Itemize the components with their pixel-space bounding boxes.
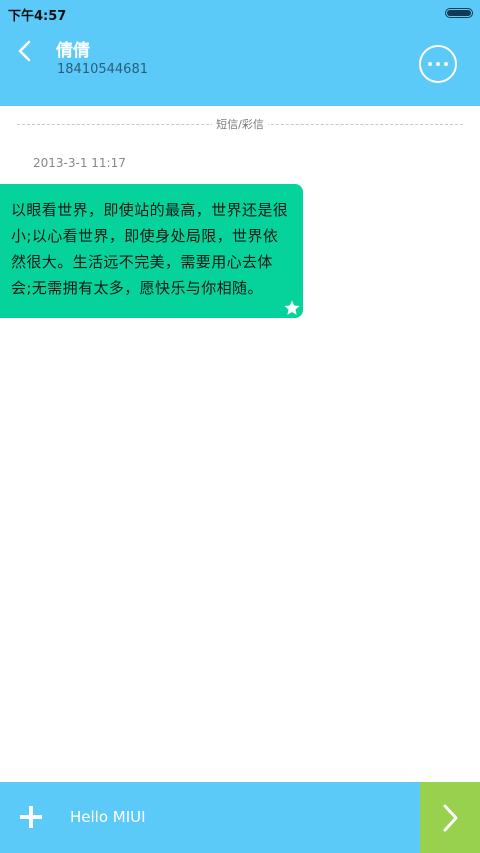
conversation-header: 倩倩 18410544681	[0, 28, 480, 106]
message-type-divider: 短信/彩信	[17, 116, 463, 134]
more-options-icon-dot	[444, 62, 448, 66]
message-input[interactable]	[66, 802, 404, 832]
message-timestamp: 2013-3-1 11:17	[33, 156, 126, 170]
back-button[interactable]	[8, 34, 42, 68]
plus-icon	[20, 806, 42, 828]
more-options-button[interactable]	[419, 45, 457, 83]
send-button[interactable]	[420, 782, 480, 853]
battery-level	[447, 10, 471, 16]
contact-number: 18410544681	[57, 62, 148, 77]
status-time: 下午4:57	[8, 9, 67, 24]
star-icon[interactable]	[283, 299, 301, 317]
more-options-icon	[428, 62, 432, 66]
battery-icon	[445, 8, 473, 18]
add-attachment-button[interactable]	[14, 800, 48, 834]
divider-label: 短信/彩信	[212, 116, 268, 134]
message-text: 以眼看世界，即使站的最高，世界还是很小;以心看世界，即使身处局限，世界依然很大。…	[11, 201, 289, 297]
status-bar: 下午4:57	[0, 0, 480, 28]
contact-name: 倩倩	[56, 41, 90, 61]
chevron-left-icon	[18, 40, 31, 62]
chevron-right-icon	[443, 804, 458, 831]
message-bubble[interactable]: 以眼看世界，即使站的最高，世界还是很小;以心看世界，即使身处局限，世界依然很大。…	[0, 184, 303, 318]
composer-bar	[0, 782, 480, 853]
more-options-icon-dot	[436, 62, 440, 66]
